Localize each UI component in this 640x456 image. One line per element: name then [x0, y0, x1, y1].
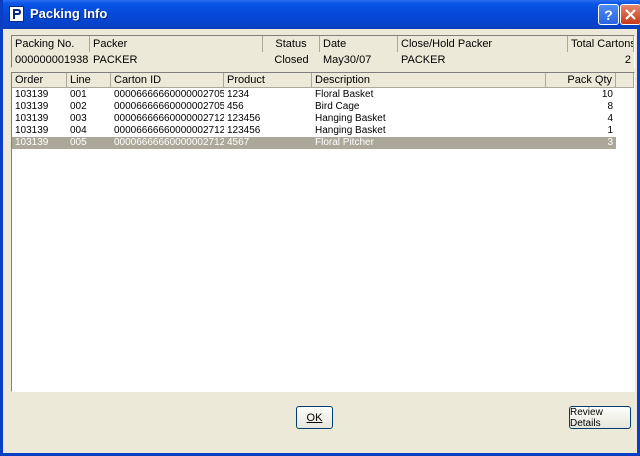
cell-description: Bird Cage: [315, 101, 360, 112]
cell-pack-qty: 10: [601, 89, 613, 100]
table-row[interactable]: 103139 001 00006666660000002705 1234 Flo…: [12, 89, 616, 101]
cell-order: 103139: [15, 125, 49, 136]
table-row[interactable]: 103139 003 00006666660000002712 123456 H…: [12, 113, 616, 125]
ok-button-label: OK: [306, 411, 323, 424]
value-date: May30/07: [323, 54, 372, 66]
close-button[interactable]: [620, 4, 640, 25]
cell-product: 4567: [227, 137, 250, 148]
header-packing-no[interactable]: Packing No.: [12, 36, 90, 52]
cell-order: 103139: [15, 113, 49, 124]
summary-header-row: Packing No. Packer Status Date Close/Hol…: [12, 36, 634, 53]
value-packing-no: 000000001938: [15, 54, 89, 66]
cell-line: 003: [70, 113, 87, 124]
packing-lines-grid[interactable]: Order Line Carton ID Product Description…: [11, 72, 635, 392]
header-date[interactable]: Date: [320, 36, 398, 52]
packing-summary-grid: Packing No. Packer Status Date Close/Hol…: [11, 35, 635, 68]
grid-header-row: Order Line Carton ID Product Description…: [12, 73, 634, 88]
header-total-cartons[interactable]: Total Cartons: [568, 36, 634, 52]
cell-pack-qty: 8: [607, 101, 613, 112]
cell-line: 001: [70, 89, 87, 100]
value-status: Closed: [274, 54, 309, 66]
help-button[interactable]: ?: [598, 4, 619, 25]
cell-pack-qty: 3: [607, 137, 613, 148]
col-product[interactable]: Product: [224, 73, 312, 88]
cell-carton-id: 00006666660000002712: [114, 137, 224, 148]
cell-order: 103139: [15, 137, 49, 148]
cell-carton-id: 00006666660000002705: [114, 101, 224, 112]
cell-carton-id: 00006666660000002712: [114, 125, 224, 136]
cell-product: 123456: [227, 113, 261, 124]
header-status[interactable]: Status: [263, 36, 320, 52]
close-icon: [625, 9, 636, 20]
col-order[interactable]: Order: [12, 73, 67, 88]
ok-button[interactable]: OK: [296, 406, 333, 429]
table-row[interactable]: 103139 004 00006666660000002712 123456 H…: [12, 125, 616, 137]
cell-order: 103139: [15, 101, 49, 112]
review-details-button[interactable]: Review Details: [569, 406, 631, 429]
cell-line: 002: [70, 101, 87, 112]
cell-carton-id: 00006666660000002712: [114, 113, 224, 124]
packing-info-window: Packing Info ? Packing No. Packer Status…: [0, 0, 640, 456]
cell-description: Floral Pitcher: [315, 137, 374, 148]
help-icon: ?: [604, 6, 613, 23]
review-details-label: Review Details: [570, 406, 603, 429]
col-line[interactable]: Line: [67, 73, 111, 88]
cell-product: 456: [227, 101, 244, 112]
col-description[interactable]: Description: [312, 73, 546, 88]
col-filler: [616, 73, 634, 88]
cell-description: Hanging Basket: [315, 125, 386, 136]
app-icon: [9, 6, 24, 22]
table-row-selected[interactable]: 103139 005 00006666660000002712 4567 Flo…: [12, 137, 616, 149]
value-packer: PACKER: [93, 54, 138, 66]
col-carton-id[interactable]: Carton ID: [111, 73, 224, 88]
title-bar[interactable]: Packing Info ?: [3, 0, 640, 29]
cell-description: Floral Basket: [315, 89, 374, 100]
value-close-hold-packer: PACKER: [401, 54, 446, 66]
cell-carton-id: 00006666660000002705: [114, 89, 224, 100]
cell-pack-qty: 4: [607, 113, 613, 124]
header-packer[interactable]: Packer: [90, 36, 263, 52]
cell-order: 103139: [15, 89, 49, 100]
cell-description: Hanging Basket: [315, 113, 386, 124]
table-row[interactable]: 103139 002 00006666660000002705 456 Bird…: [12, 101, 616, 113]
cell-line: 004: [70, 125, 87, 136]
cell-pack-qty: 1: [607, 125, 613, 136]
cell-product: 1234: [227, 89, 250, 100]
value-total-cartons: 2: [624, 54, 631, 66]
cell-line: 005: [70, 137, 87, 148]
col-pack-qty[interactable]: Pack Qty: [546, 73, 616, 88]
header-close-hold-packer[interactable]: Close/Hold Packer: [398, 36, 568, 52]
cell-product: 123456: [227, 125, 261, 136]
window-title: Packing Info: [30, 6, 108, 21]
summary-data-row[interactable]: 000000001938 PACKER Closed May30/07 PACK…: [12, 52, 634, 68]
